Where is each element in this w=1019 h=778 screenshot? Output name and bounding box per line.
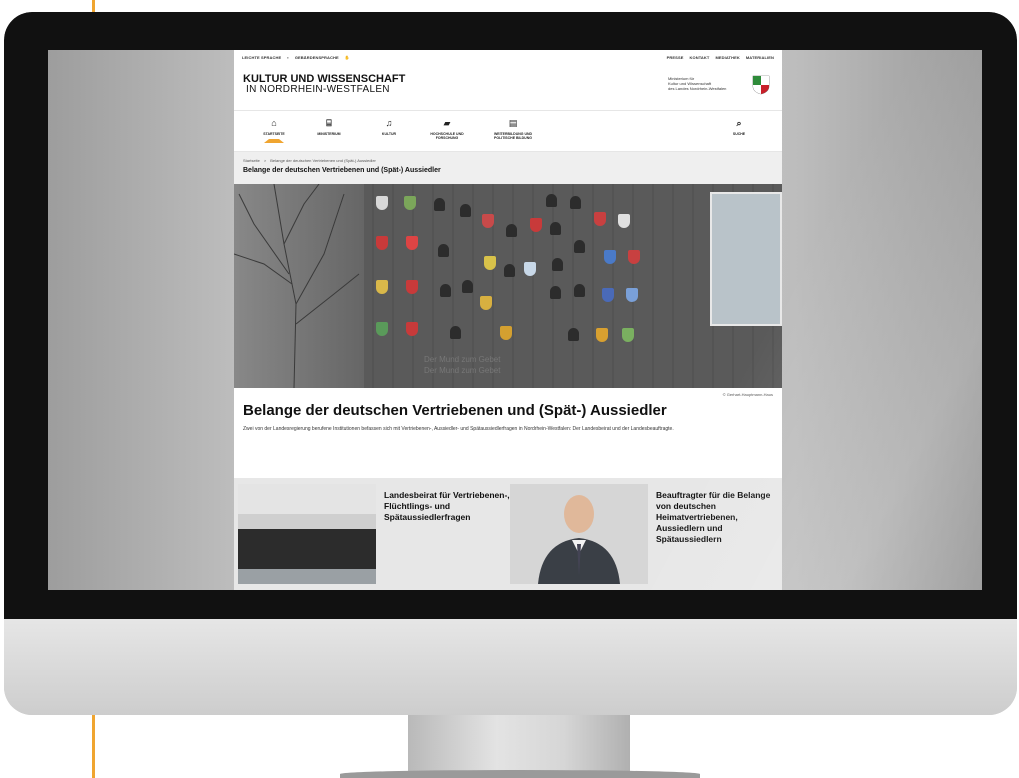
teaser-title[interactable]: Beauftragter für die Belange von deutsch…: [656, 490, 782, 545]
coat-of-arms: [530, 218, 542, 232]
monitor-stand: [408, 715, 630, 778]
coat-of-arms: [596, 328, 608, 342]
leichte-sprache-link[interactable]: LEICHTE SPRACHE: [242, 55, 281, 60]
bell: [574, 240, 585, 253]
nav-item-hochschule[interactable]: ▰ HOCHSCHULE UND FORSCHUNG: [412, 117, 482, 140]
site-subtitle[interactable]: IN NORDRHEIN-WESTFALEN: [246, 85, 390, 95]
main-nav: ⌂ STARTSEITE ⌸ MINISTERIUM ♫ KULTUR ▰ HO…: [234, 110, 782, 152]
coat-of-arms: [376, 196, 388, 210]
coat-of-arms: [482, 214, 494, 228]
bell: [570, 196, 581, 209]
bell: [546, 194, 557, 207]
utility-bar: LEICHTE SPRACHE ▪ GEBÄRDENSPRACHE ✋ PRES…: [234, 50, 782, 64]
coat-of-arms: [376, 280, 388, 294]
bell: [552, 258, 563, 271]
hero-image: Der Mund zum Gebet Der Mund zum Gebet: [234, 184, 782, 388]
hero-window: [710, 192, 782, 326]
teaser-landesbeirat[interactable]: Landesbeirat für Vertriebenen-, Flüchtli…: [238, 484, 510, 590]
graduation-icon: ▰: [443, 118, 451, 128]
person-silhouette: [538, 495, 620, 584]
nav-label: MINISTERIUM: [317, 132, 341, 136]
image-copyright: © Gerhart-Hauptmann-Haus: [722, 392, 773, 397]
ministry-logo-text[interactable]: Ministerium für Kultur und Wissenschaft …: [668, 76, 738, 91]
breadcrumb: Startseite > Belange der deutschen Vertr…: [243, 158, 773, 163]
coat-of-arms: [618, 214, 630, 228]
coat-of-arms: [404, 196, 416, 210]
coat-of-arms: [376, 236, 388, 250]
group-photo[interactable]: [238, 484, 376, 584]
bell: [434, 198, 445, 211]
hand-icon: ✋: [344, 54, 350, 60]
bell: [504, 264, 515, 277]
portrait-photo[interactable]: [510, 484, 648, 584]
coat-of-arms: [406, 236, 418, 250]
monitor-screen: LEICHTE SPRACHE ▪ GEBÄRDENSPRACHE ✋ PRES…: [48, 50, 982, 590]
bell: [506, 224, 517, 237]
page-heading: Belange der deutschen Vertriebenen und (…: [243, 167, 441, 174]
plaque-line: Der Mund zum Gebet: [424, 355, 501, 364]
site-title[interactable]: KULTUR UND WISSENSCHAFT: [243, 74, 405, 85]
coat-of-arms: [604, 250, 616, 264]
breadcrumb-current: Belange der deutschen Vertriebenen und (…: [270, 158, 376, 163]
hero-tree: [234, 184, 364, 388]
coat-of-arms: [406, 322, 418, 336]
nav-label: POLITISCHE BILDUNG: [494, 136, 532, 140]
intro-text: Zwei von der Landesregierung berufene In…: [243, 426, 674, 432]
teaser-area: Landesbeirat für Vertriebenen-, Flüchtli…: [234, 478, 782, 590]
accent-line-bottom: [92, 706, 95, 778]
site-header: KULTUR UND WISSENSCHAFT IN NORDRHEIN-WES…: [234, 64, 782, 110]
breadcrumb-area: Startseite > Belange der deutschen Vertr…: [234, 152, 782, 184]
bell: [462, 280, 473, 293]
bell: [438, 244, 449, 257]
monitor-stand-foot: [340, 770, 700, 778]
nav-label: SUCHE: [732, 132, 746, 136]
coat-of-arms: [500, 326, 512, 340]
nrw-crest-icon[interactable]: [752, 75, 770, 95]
teaser-title[interactable]: Landesbeirat für Vertriebenen-, Flüchtli…: [384, 490, 514, 523]
nav-label: KULTUR: [381, 132, 397, 136]
bell: [450, 326, 461, 339]
mediathek-link[interactable]: MEDIATHEK: [715, 55, 739, 60]
plaque-line: Der Mund zum Gebet: [424, 366, 501, 375]
bell: [550, 286, 561, 299]
coat-of-arms: [406, 280, 418, 294]
coat-of-arms: [602, 288, 614, 302]
bell: [550, 222, 561, 235]
teaser-beauftragter[interactable]: Beauftragter für die Belange von deutsch…: [510, 484, 782, 590]
tree-branches: [234, 184, 360, 388]
coat-of-arms: [594, 212, 606, 226]
materialien-link[interactable]: MATERIALIEN: [746, 55, 774, 60]
breadcrumb-home-link[interactable]: Startseite: [243, 158, 260, 163]
book-icon: ▤: [508, 118, 518, 128]
coat-of-arms: [628, 250, 640, 264]
bell: [460, 204, 471, 217]
nav-label: FORSCHUNG: [435, 136, 459, 140]
nav-item-weiterbildung[interactable]: ▤ WEITERBILDUNG UND POLITISCHE BILDUNG: [478, 117, 548, 140]
bell: [568, 328, 579, 341]
monitor: LEICHTE SPRACHE ▪ GEBÄRDENSPRACHE ✋ PRES…: [4, 12, 1017, 715]
monitor-chin: [4, 619, 1017, 715]
breadcrumb-separator: >: [263, 158, 267, 163]
website-page: LEICHTE SPRACHE ▪ GEBÄRDENSPRACHE ✋ PRES…: [234, 50, 782, 590]
hero-plaque: Der Mund zum Gebet Der Mund zum Gebet: [424, 354, 564, 378]
bell: [440, 284, 451, 297]
book-icon: ▪: [287, 54, 289, 60]
search-icon: ⌕: [736, 118, 742, 128]
nav-label: STARTSEITE: [263, 132, 285, 136]
gebaerdensprache-link[interactable]: GEBÄRDENSPRACHE: [295, 55, 339, 60]
main-title: Belange der deutschen Vertriebenen und (…: [243, 402, 667, 419]
presse-link[interactable]: PRESSE: [667, 55, 684, 60]
nav-item-suche[interactable]: ⌕ SUCHE: [704, 117, 774, 136]
coat-of-arms: [524, 262, 536, 276]
coat-of-arms: [376, 322, 388, 336]
coat-of-arms: [484, 256, 496, 270]
coat-of-arms: [622, 328, 634, 342]
bell: [574, 284, 585, 297]
kontakt-link[interactable]: KONTAKT: [690, 55, 710, 60]
coat-of-arms: [626, 288, 638, 302]
coat-of-arms: [480, 296, 492, 310]
ministry-line: des Landes Nordrhein-Westfalen: [668, 86, 727, 91]
monitor-bezel: LEICHTE SPRACHE ▪ GEBÄRDENSPRACHE ✋ PRES…: [4, 12, 1017, 619]
